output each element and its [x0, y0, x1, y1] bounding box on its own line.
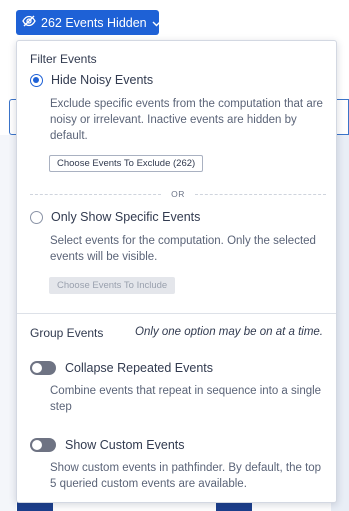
collapse-repeated-description: Combine events that repeat in sequence i… [50, 385, 322, 413]
only-show-specific-events-option[interactable]: Only Show Specific Events [30, 210, 200, 224]
group-events-note: Only one option may be on at a time. [135, 326, 323, 338]
or-label: OR [171, 189, 185, 199]
only-specific-label: Only Show Specific Events [51, 210, 201, 224]
events-hidden-label: 262 Events Hidden [41, 15, 147, 30]
events-hidden-button[interactable]: 262 Events Hidden [16, 10, 161, 35]
or-divider: OR [30, 188, 326, 200]
choose-events-to-include-button[interactable]: Choose Events To Include [49, 277, 176, 294]
collapse-repeated-toggle[interactable] [30, 361, 56, 375]
background-panel [0, 135, 16, 511]
collapse-repeated-events-row: Collapse Repeated Events [30, 361, 213, 375]
group-events-title: Group Events [30, 326, 104, 340]
show-custom-events-label: Show Custom Events [65, 438, 185, 452]
show-custom-events-row: Show Custom Events [30, 438, 185, 452]
hide-noisy-description: Exclude specific events from the computa… [50, 98, 323, 142]
radio-only-specific[interactable] [30, 210, 43, 224]
hide-noisy-events-option[interactable]: Hide Noisy Events [30, 73, 153, 87]
show-custom-events-description: Show custom events in pathfinder. By def… [50, 462, 322, 490]
show-custom-events-toggle[interactable] [30, 438, 56, 452]
chevron-down-icon [152, 16, 161, 30]
section-divider [17, 313, 336, 314]
hide-noisy-label: Hide Noisy Events [51, 73, 154, 87]
choose-events-to-exclude-button[interactable]: Choose Events To Exclude (262) [49, 155, 204, 172]
events-filter-popover: Filter Events Hide Noisy Events Exclude … [16, 40, 337, 503]
eye-slash-icon [22, 15, 36, 30]
radio-hide-noisy[interactable] [30, 73, 43, 87]
collapse-repeated-label: Collapse Repeated Events [65, 361, 214, 375]
filter-events-title: Filter Events [30, 52, 97, 66]
only-specific-description: Select events for the computation. Only … [50, 235, 316, 263]
